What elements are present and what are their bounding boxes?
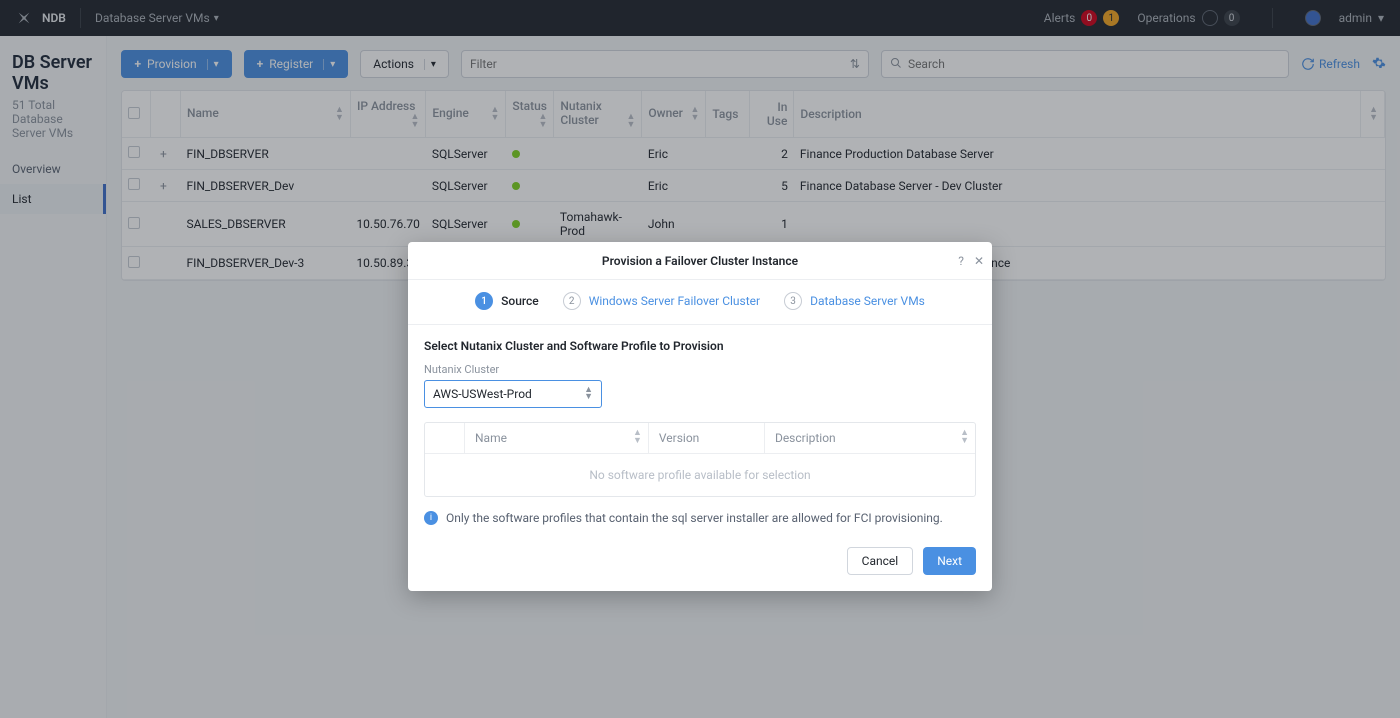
info-text: Only the software profiles that contain … <box>446 511 943 525</box>
step-number: 2 <box>563 292 581 310</box>
provision-modal: Provision a Failover Cluster Instance ? … <box>408 242 992 591</box>
step-number: 3 <box>784 292 802 310</box>
close-button[interactable]: ✕ <box>974 254 984 268</box>
step-label: Windows Server Failover Cluster <box>589 294 760 308</box>
modal-header: Provision a Failover Cluster Instance ? … <box>408 242 992 280</box>
cancel-button[interactable]: Cancel <box>847 547 914 575</box>
modal-title: Provision a Failover Cluster Instance <box>602 254 798 268</box>
select-arrows-icon: ▲▼ <box>584 387 593 401</box>
step-dbvms[interactable]: 3 Database Server VMs <box>784 292 925 310</box>
step-number: 1 <box>475 292 493 310</box>
info-icon: i <box>424 511 438 525</box>
step-indicator: 1 Source 2 Windows Server Failover Clust… <box>408 280 992 325</box>
step-source[interactable]: 1 Source <box>475 292 539 310</box>
profile-table: Name▲▼ Version Description▲▼ No software… <box>424 422 976 497</box>
profile-col-desc[interactable]: Description▲▼ <box>765 423 975 453</box>
cluster-select[interactable]: AWS-USWest-Prod ▲▼ <box>424 380 602 408</box>
profile-col-select <box>425 423 465 453</box>
step-label: Database Server VMs <box>810 294 925 308</box>
section-heading: Select Nutanix Cluster and Software Prof… <box>424 339 976 353</box>
cluster-select-value: AWS-USWest-Prod <box>433 387 532 401</box>
help-button[interactable]: ? <box>958 254 964 268</box>
profile-col-name[interactable]: Name▲▼ <box>465 423 649 453</box>
step-label: Source <box>501 294 539 308</box>
step-wsfc[interactable]: 2 Windows Server Failover Cluster <box>563 292 760 310</box>
profile-table-empty: No software profile available for select… <box>425 454 975 496</box>
cluster-field-label: Nutanix Cluster <box>424 363 976 376</box>
profile-col-version[interactable]: Version <box>649 423 765 453</box>
info-note: i Only the software profiles that contai… <box>424 511 976 525</box>
modal-footer: Cancel Next <box>408 533 992 591</box>
modal-overlay[interactable]: Provision a Failover Cluster Instance ? … <box>0 0 1400 718</box>
next-button[interactable]: Next <box>923 547 976 575</box>
